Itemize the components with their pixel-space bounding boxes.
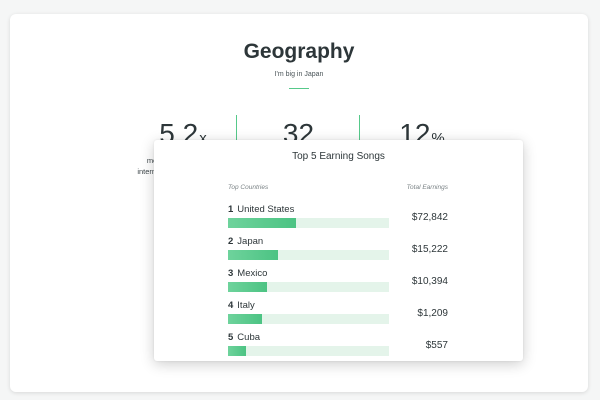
row-label: 2 Japan	[228, 236, 263, 247]
title-divider	[289, 88, 309, 89]
list-item: 1 United States $72,842	[154, 204, 523, 232]
row-country: Japan	[237, 236, 264, 247]
earnings-bar-fill	[228, 282, 267, 292]
row-earnings: $557	[425, 340, 448, 351]
list-item: 5 Cuba $557	[154, 332, 523, 360]
popup-title: Top 5 Earning Songs	[292, 151, 385, 162]
row-earnings: $1,209	[417, 308, 448, 319]
row-rank: 4	[228, 300, 234, 311]
list-item: 2 Japan $15,222	[154, 236, 523, 264]
column-header-earnings: Total Earnings	[406, 184, 448, 191]
row-rank: 5	[228, 332, 234, 343]
earnings-bar-fill	[228, 346, 246, 356]
row-country: Mexico	[237, 268, 268, 279]
row-rank: 1	[228, 204, 234, 215]
row-rank: 3	[228, 268, 234, 279]
row-country: United States	[237, 204, 295, 215]
row-label: 5 Cuba	[228, 332, 260, 343]
earnings-bar-track	[228, 282, 389, 292]
row-earnings: $10,394	[411, 276, 448, 287]
row-earnings: $72,842	[411, 212, 448, 223]
earnings-bar-track	[228, 250, 389, 260]
earnings-bar-fill	[228, 218, 296, 228]
earnings-bar-fill	[228, 250, 278, 260]
earnings-bar-fill	[228, 314, 262, 324]
top-earning-songs-popup: Top 5 Earning Songs Top Countries Total …	[154, 140, 523, 361]
row-country: Italy	[237, 300, 255, 311]
row-country: Cuba	[237, 332, 261, 343]
row-earnings: $15,222	[411, 244, 448, 255]
list-item: 3 Mexico $10,394	[154, 268, 523, 296]
row-label: 1 United States	[228, 204, 294, 215]
list-item: 4 Italy $1,209	[154, 300, 523, 328]
page-title: Geography	[243, 40, 355, 63]
page-subtitle: I'm big in Japan	[274, 71, 324, 78]
earnings-bar-track	[228, 218, 389, 228]
row-label: 4 Italy	[228, 300, 255, 311]
column-header-countries: Top Countries	[228, 184, 269, 191]
row-label: 3 Mexico	[228, 268, 267, 279]
row-rank: 2	[228, 236, 234, 247]
earnings-bar-track	[228, 346, 389, 356]
earnings-bar-track	[228, 314, 389, 324]
